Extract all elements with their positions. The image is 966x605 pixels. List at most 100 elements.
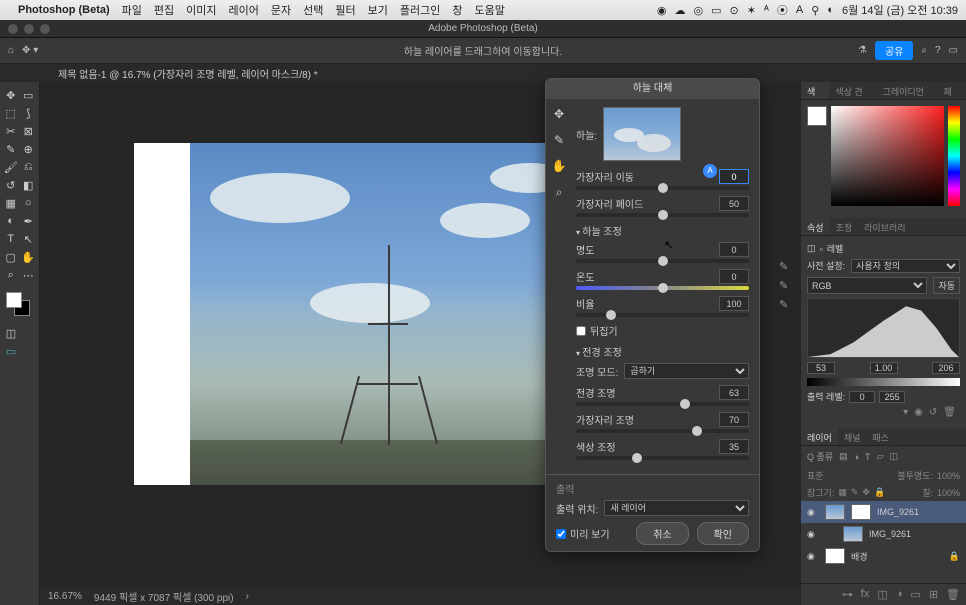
color-swatch[interactable] <box>6 292 30 316</box>
status-icon[interactable]: ◉ <box>657 4 667 17</box>
close-window-icon[interactable] <box>8 24 18 34</box>
frame-tool-icon[interactable]: ⊠ <box>20 122 38 140</box>
histogram[interactable] <box>807 298 960 358</box>
midpoint-input[interactable] <box>870 362 898 374</box>
edge-light-input[interactable] <box>719 412 749 427</box>
view-icon[interactable]: ◉ <box>914 407 923 418</box>
layer-item[interactable]: ◉ IMG_9261 <box>801 523 966 545</box>
color-adj-input[interactable] <box>719 439 749 454</box>
move-sky-icon[interactable]: ✥ <box>550 105 568 123</box>
chevron-right-icon[interactable]: › <box>246 591 249 602</box>
output-gradient[interactable] <box>807 378 960 386</box>
temperature-slider[interactable] <box>576 286 749 290</box>
fx-icon[interactable]: fx <box>861 588 870 601</box>
layer-item[interactable]: ◉ IMG_9261 <box>801 501 966 523</box>
menu-window[interactable]: 창 <box>452 2 462 18</box>
status-icon[interactable]: ⊙ <box>729 4 738 17</box>
stamp-tool-icon[interactable]: ⎌ <box>20 158 38 176</box>
tab-swatches[interactable]: 색상 견본 <box>829 82 876 99</box>
minimize-window-icon[interactable] <box>24 24 34 34</box>
search-icon[interactable]: ⌕ <box>921 45 927 56</box>
status-icon[interactable]: ⦿ <box>777 2 788 18</box>
layer-thumb[interactable] <box>843 526 863 542</box>
preview-checkbox[interactable] <box>556 529 566 539</box>
color-adj-slider[interactable] <box>576 456 749 460</box>
status-icon[interactable]: A <box>796 4 803 16</box>
menu-filter[interactable]: 필터 <box>335 2 355 18</box>
output-white-input[interactable] <box>879 391 905 403</box>
move-tool-icon[interactable]: ✥ ▾ <box>22 45 38 56</box>
lasso-tool-icon[interactable]: ⟆ <box>20 104 38 122</box>
scale-slider[interactable] <box>576 313 749 317</box>
type-tool-icon[interactable]: T <box>2 230 20 248</box>
lock-trans-icon[interactable]: ▦ <box>838 487 847 498</box>
zoom-tool-icon[interactable]: ⌕ <box>2 266 20 284</box>
tab-channels[interactable]: 채널 <box>838 428 867 445</box>
opacity-value[interactable]: 100% <box>937 471 960 481</box>
fg-light-slider[interactable] <box>576 402 749 406</box>
new-layer-icon[interactable]: ⊞ <box>929 588 938 601</box>
path-tool-icon[interactable]: ↖ <box>20 230 38 248</box>
dialog-title[interactable]: 하늘 대체 <box>546 79 759 99</box>
menu-plugins[interactable]: 플러그인 <box>400 2 440 18</box>
status-icon[interactable]: ᴬ <box>764 4 769 16</box>
home-icon[interactable]: ⌂ <box>8 45 14 56</box>
status-icon[interactable]: ☁ <box>674 4 685 17</box>
eyedropper-tool-icon[interactable]: ✎ <box>2 140 20 158</box>
layer-thumb[interactable] <box>825 504 845 520</box>
adjustment-icon[interactable]: ◑ <box>896 588 903 601</box>
menu-layer[interactable]: 레이어 <box>229 2 259 18</box>
document-canvas[interactable] <box>134 143 588 485</box>
output-black-input[interactable] <box>849 391 875 403</box>
mask-icon[interactable]: ▫ <box>820 244 823 254</box>
shape-tool-icon[interactable]: ▢ <box>2 248 20 266</box>
ok-button[interactable]: 확인 <box>697 522 749 545</box>
gradient-tool-icon[interactable]: ▦ <box>2 194 20 212</box>
fill-value[interactable]: 100% <box>937 488 960 498</box>
tab-color[interactable]: 색상 <box>801 82 829 99</box>
gray-eyedropper-icon[interactable]: ✎ <box>779 279 788 292</box>
hand-icon[interactable]: ✋ <box>550 157 568 175</box>
output-to-select[interactable]: 새 레이어 <box>604 500 749 516</box>
menu-type[interactable]: 문자 <box>271 2 291 18</box>
white-eyedropper-icon[interactable]: ✎ <box>779 298 788 311</box>
auto-button[interactable]: 자동 <box>933 277 960 294</box>
channel-select[interactable]: RGB <box>807 277 927 294</box>
zoom-level[interactable]: 16.67% <box>48 591 82 602</box>
pen-tool-icon[interactable]: ✒ <box>20 212 38 230</box>
heal-tool-icon[interactable]: ⊕ <box>20 140 38 158</box>
tab-paths[interactable]: 패스 <box>866 428 895 445</box>
filter-shape-icon[interactable]: ▱ <box>877 451 884 462</box>
visibility-icon[interactable]: ◉ <box>807 551 819 562</box>
layer-name[interactable]: 배경 <box>851 550 868 563</box>
filter-type-icon[interactable]: T <box>865 452 871 462</box>
link-icon[interactable]: ⊶ <box>842 588 853 601</box>
tab-gradients[interactable]: 그레이디언트 <box>877 82 938 99</box>
trash-icon[interactable]: 🗑 <box>943 407 956 418</box>
menu-file[interactable]: 파일 <box>122 2 142 18</box>
scale-input[interactable] <box>719 296 749 311</box>
edge-shift-input[interactable] <box>719 169 749 184</box>
status-icon[interactable]: ◎ <box>693 4 703 17</box>
filter-smart-icon[interactable]: ◫ <box>889 451 898 462</box>
light-mode-select[interactable]: 곱하기 <box>624 363 749 379</box>
filter-label[interactable]: Q 종류 <box>807 450 833 463</box>
trash-icon[interactable]: 🗑 <box>946 588 960 601</box>
help-icon[interactable]: ? <box>935 45 941 56</box>
hue-strip[interactable] <box>948 106 960 206</box>
brightness-slider[interactable] <box>576 259 749 263</box>
document-tab[interactable]: 제목 없음-1 @ 16.7% (가장자리 조명 레벨, 레이어 마스크/8) … <box>50 64 326 83</box>
black-eyedropper-icon[interactable]: ✎ <box>779 260 788 273</box>
more-tool-icon[interactable]: ⋯ <box>20 266 38 284</box>
history-brush-icon[interactable]: ↺ <box>2 176 20 194</box>
blend-mode-select[interactable]: 표준 <box>807 469 824 482</box>
tab-patterns[interactable]: 패턴 <box>938 82 966 99</box>
edge-light-slider[interactable] <box>576 429 749 433</box>
lock-all-icon[interactable]: 🔒 <box>874 487 885 498</box>
hand-tool-icon[interactable]: ✋ <box>20 248 38 266</box>
menu-view[interactable]: 보기 <box>368 2 388 18</box>
cancel-button[interactable]: 취소 <box>636 522 688 545</box>
tab-properties[interactable]: 속성 <box>801 218 830 235</box>
layer-name[interactable]: IMG_9261 <box>877 507 919 517</box>
temperature-input[interactable] <box>719 269 749 284</box>
